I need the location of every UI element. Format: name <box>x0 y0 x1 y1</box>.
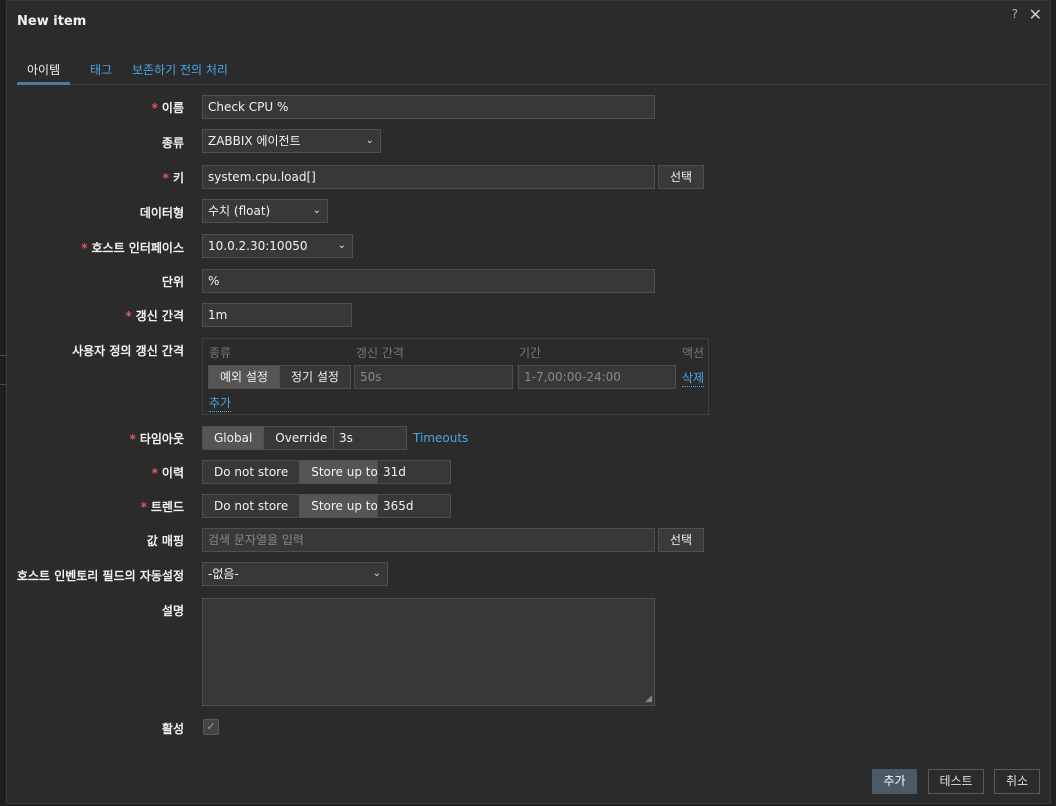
test-button[interactable]: 테스트 <box>928 769 984 794</box>
description-textarea[interactable]: ◢ <box>202 598 655 706</box>
name-label: * 이름 <box>151 101 184 115</box>
help-icon[interactable]: ? <box>1012 7 1018 21</box>
history-input[interactable]: 31d <box>377 460 451 484</box>
timeout-override-toggle[interactable]: Override <box>263 427 339 449</box>
trends-store-up-to-toggle[interactable]: Store up to <box>299 495 389 517</box>
cancel-button[interactable]: 취소 <box>994 769 1040 794</box>
tab-preprocessing[interactable]: 보존하기 전의 처리 <box>122 61 238 85</box>
interval-input[interactable]: 1m <box>202 303 352 327</box>
name-input[interactable]: Check CPU % <box>202 95 655 119</box>
history-label: * 이력 <box>151 466 184 480</box>
timeout-global-toggle[interactable]: Global <box>203 427 264 449</box>
inventory-select[interactable]: -없음- ⌄ <box>202 562 388 586</box>
chevron-down-icon: ⌄ <box>337 240 346 251</box>
type-label: 종류 <box>161 136 184 150</box>
enabled-label: 활성 <box>161 722 184 736</box>
add-interval-link[interactable]: 추가 <box>209 394 232 412</box>
chevron-down-icon: ⌄ <box>365 135 374 146</box>
trends-label: * 트렌드 <box>140 500 184 514</box>
key-input[interactable]: system.cpu.load[] <box>202 165 655 189</box>
custom-intervals-label: 사용자 정의 갱신 간격 <box>72 344 184 358</box>
add-button[interactable]: 추가 <box>872 769 917 794</box>
col-action-header: 액션 <box>682 346 705 360</box>
valuemap-select-button[interactable]: 선택 <box>658 528 704 552</box>
type-select[interactable]: ZABBIX 에이전트 ⌄ <box>202 129 381 153</box>
scheduling-toggle[interactable]: 정기 설정 <box>278 366 350 388</box>
tab-bar: 아이템 태그 보존하기 전의 처리 <box>17 57 1047 85</box>
interval-type-toggle: 예외 설정 정기 설정 <box>208 365 351 389</box>
description-label: 설명 <box>161 604 184 618</box>
enabled-checkbox[interactable]: ✓ <box>203 719 219 735</box>
remove-interval-link[interactable]: 삭제 <box>682 369 705 387</box>
col-period-header: 기간 <box>519 346 542 360</box>
inventory-label: 호스트 인벤토리 필드의 자동설정 <box>16 569 184 583</box>
flexible-toggle[interactable]: 예외 설정 <box>209 366 279 388</box>
resize-grip-icon[interactable]: ◢ <box>645 694 652 704</box>
timeout-toggle: Global Override <box>202 426 340 450</box>
value-type-select[interactable]: 수치 (float) ⌄ <box>202 199 328 223</box>
col-interval-header: 갱신 간격 <box>356 346 404 360</box>
col-type-header: 종류 <box>209 346 232 360</box>
dialog-title: New item <box>17 14 87 29</box>
trends-toggle: Do not store Store up to <box>202 494 390 518</box>
tab-item[interactable]: 아이템 <box>17 61 71 85</box>
chevron-down-icon: ⌄ <box>312 205 321 216</box>
key-label: * 키 <box>162 171 184 185</box>
custom-interval-input[interactable]: 50s <box>354 365 513 389</box>
valuemap-input[interactable]: 검색 문자열을 입력 <box>202 528 655 552</box>
valuemap-label: 값 매핑 <box>146 534 184 548</box>
trends-input[interactable]: 365d <box>377 494 451 518</box>
units-label: 단위 <box>161 275 184 289</box>
history-toggle: Do not store Store up to <box>202 460 390 484</box>
interval-label: * 갱신 간격 <box>125 309 184 323</box>
close-icon[interactable]: ✕ <box>1029 5 1042 24</box>
units-input[interactable]: % <box>202 269 655 293</box>
interface-label: * 호스트 인터페이스 <box>81 241 184 255</box>
timeouts-link[interactable]: Timeouts <box>413 431 468 445</box>
new-item-dialog: New item ? ✕ 아이템 태그 보존하기 전의 처리 * 이름 Check… <box>6 0 1051 804</box>
chevron-down-icon: ⌄ <box>372 568 381 579</box>
history-store-up-to-toggle[interactable]: Store up to <box>299 461 389 483</box>
custom-period-input[interactable]: 1-7,00:00-24:00 <box>518 365 676 389</box>
tab-tags[interactable]: 태그 <box>80 61 122 85</box>
key-select-button[interactable]: 선택 <box>658 165 704 189</box>
history-do-not-store-toggle[interactable]: Do not store <box>203 461 300 483</box>
value-type-label: 데이터형 <box>139 206 184 220</box>
timeout-input[interactable]: 3s <box>333 426 407 450</box>
custom-intervals-table: 종류 갱신 간격 기간 액션 예외 설정 정기 설정 50s 1-7,00:00… <box>202 338 709 415</box>
timeout-label: * 타임아웃 <box>129 432 184 446</box>
interface-select[interactable]: 10.0.2.30:10050 ⌄ <box>202 234 353 258</box>
trends-do-not-store-toggle[interactable]: Do not store <box>203 495 300 517</box>
